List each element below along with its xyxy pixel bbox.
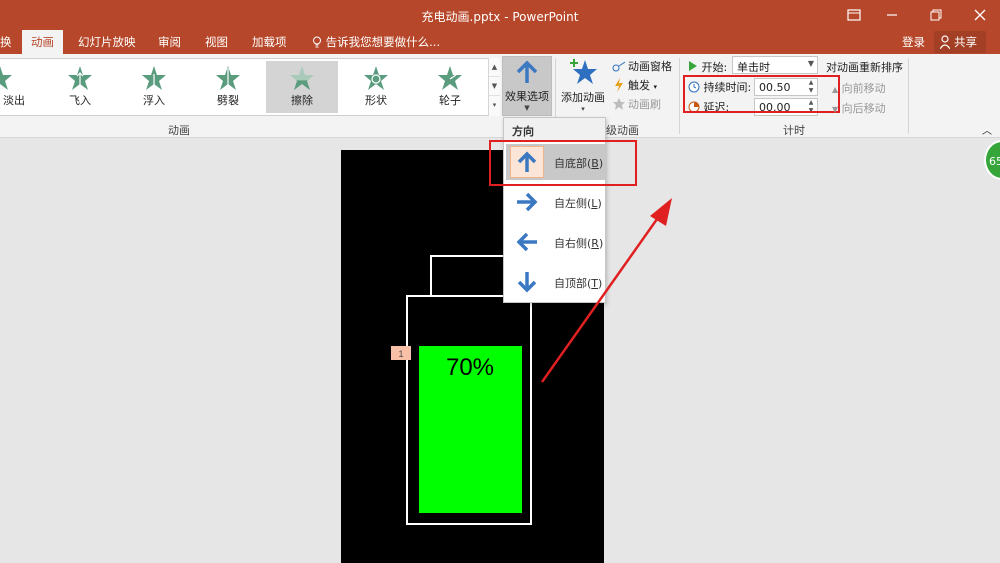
gallery-item-split[interactable]: 劈裂	[192, 61, 264, 113]
animation-painter-label: 动画刷	[628, 98, 661, 111]
effect-options-button[interactable]: 效果选项 ▼	[502, 56, 552, 116]
gallery-label: 淡出	[3, 94, 25, 107]
tab-addins[interactable]: 加载项	[252, 34, 287, 50]
add-animation-label: 添加动画	[561, 91, 605, 104]
star-icon	[68, 66, 92, 90]
gallery-label: 形状	[365, 94, 387, 107]
animation-pane-button[interactable]: 动画窗格	[612, 58, 672, 76]
gallery-scroll-down-icon[interactable]: ▼	[489, 77, 500, 96]
animation-gallery: 淡出 飞入 浮入 劈裂 擦除 形状 轮子	[0, 58, 498, 116]
star-icon	[438, 66, 462, 90]
restore-icon[interactable]	[914, 0, 958, 30]
annotation-highlight-box	[489, 140, 637, 186]
chevron-down-icon: ▾	[653, 83, 658, 91]
title-bar: 充电动画.pptx - PowerPoint	[0, 0, 1000, 30]
gallery-label: 飞入	[69, 94, 91, 107]
painter-star-icon	[613, 98, 625, 110]
lightning-icon	[615, 78, 623, 92]
share-button[interactable]: 共享	[934, 31, 986, 53]
close-icon[interactable]	[958, 0, 1000, 30]
chevron-down-icon: ▼	[807, 59, 814, 68]
move-earlier-label: 向前移动	[841, 82, 886, 95]
group-label-animation: 动画	[168, 124, 190, 137]
move-later-label: 向后移动	[841, 102, 886, 115]
minimize-icon[interactable]	[870, 0, 914, 30]
start-label-row: 开始:	[688, 59, 727, 75]
gallery-scrollbar[interactable]: ▲ ▼ ▾	[488, 58, 500, 116]
floating-badge[interactable]: 65	[984, 140, 1000, 180]
tab-review[interactable]: 审阅	[158, 34, 181, 50]
gallery-item-fade[interactable]: 淡出	[0, 61, 36, 113]
trigger-button[interactable]: 触发 ▾	[612, 77, 657, 95]
ribbon-tab-row: 换 动画 幻灯片放映 审阅 视图 加载项 告诉我您想要做什么... 登录 共享	[0, 30, 1000, 54]
effect-options-label: 效果选项	[505, 90, 549, 103]
annotation-highlight-box	[683, 75, 840, 113]
add-star-icon	[570, 59, 597, 84]
gallery-scroll-up-icon[interactable]: ▲	[489, 58, 500, 77]
gallery-item-shape[interactable]: 形状	[340, 61, 412, 113]
move-later-button[interactable]: ▼ 向后移动	[832, 100, 886, 116]
star-icon	[142, 66, 166, 90]
move-earlier-button[interactable]: ▲ 向前移动	[832, 80, 886, 96]
gallery-label: 劈裂	[217, 94, 239, 107]
annotation-arrow	[540, 198, 672, 383]
share-label: 共享	[954, 35, 977, 49]
star-icon	[290, 66, 314, 90]
tell-me-box[interactable]: 告诉我您想要做什么...	[312, 34, 440, 50]
gallery-item-fly-in[interactable]: 飞入	[44, 61, 116, 113]
tab-transitions[interactable]: 换	[0, 34, 12, 50]
star-icon	[364, 66, 388, 90]
start-select[interactable]: 单击时 ▼	[732, 56, 818, 74]
gallery-item-wipe[interactable]: 擦除	[266, 61, 338, 113]
star-icon	[0, 66, 12, 90]
collapse-ribbon-icon[interactable]: ︿	[982, 122, 992, 137]
tell-me-text: 告诉我您想要做什么...	[325, 35, 441, 49]
chevron-down-icon: ▾	[581, 105, 585, 113]
direction-menu-header: 方向	[504, 118, 605, 140]
login-link[interactable]: 登录	[902, 34, 925, 50]
triangle-down-icon: ▼	[832, 105, 839, 114]
animation-order-number: 1	[398, 349, 403, 359]
group-label-advanced-animation: 级动画	[606, 124, 639, 137]
animation-painter-button[interactable]: 动画刷	[612, 96, 661, 114]
group-divider	[908, 58, 909, 134]
tab-slideshow[interactable]: 幻灯片放映	[78, 34, 136, 50]
battery-percent-text: 70%	[446, 354, 494, 381]
group-label-timing: 计时	[783, 124, 805, 137]
gallery-more-icon[interactable]: ▾	[489, 96, 500, 115]
group-divider	[679, 58, 680, 134]
ribbon: 淡出 飞入 浮入 劈裂 擦除 形状 轮子 ▲ ▼ ▾ 动画 效果选项 ▼ 添加动…	[0, 54, 1000, 138]
gallery-label: 轮子	[439, 94, 461, 107]
start-label: 开始:	[701, 61, 728, 74]
lightbulb-icon	[313, 36, 321, 48]
person-icon	[940, 35, 950, 49]
arrow-up-icon	[516, 60, 538, 83]
animation-pane-label: 动画窗格	[628, 60, 672, 73]
tab-view[interactable]: 视图	[205, 34, 228, 50]
tab-animations[interactable]: 动画	[22, 30, 63, 54]
gallery-item-float-in[interactable]: 浮入	[118, 61, 190, 113]
gallery-label: 擦除	[291, 94, 313, 107]
chevron-down-icon: ▼	[524, 104, 530, 112]
gallery-item-wheel[interactable]: 轮子	[414, 61, 486, 113]
trigger-label: 触发	[628, 79, 650, 92]
animation-pane-icon	[612, 61, 626, 72]
triangle-up-icon: ▲	[832, 85, 839, 94]
gallery-label: 浮入	[143, 94, 165, 107]
play-icon	[689, 61, 697, 71]
add-animation-button[interactable]: 添加动画 ▾	[558, 56, 608, 116]
start-select-value: 单击时	[737, 61, 770, 74]
reorder-title: 对动画重新排序	[826, 61, 903, 74]
star-icon	[216, 66, 240, 90]
